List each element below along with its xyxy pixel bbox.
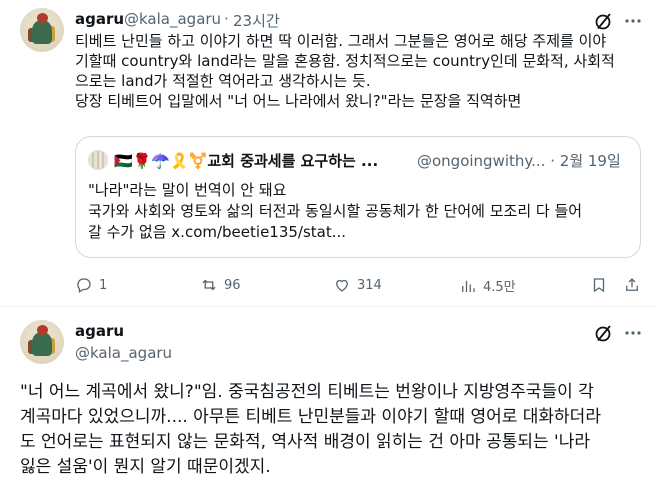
like-icon	[336, 279, 348, 292]
views-icon	[462, 280, 475, 292]
bookmark-icon	[593, 278, 605, 293]
dot-separator: ·	[224, 10, 229, 28]
quote-line: "나라"라는 말이 번역이 안 돼요	[88, 181, 287, 199]
views-count: 4.5만	[483, 280, 516, 295]
author-handle[interactable]: @kala_agaru	[75, 344, 172, 362]
tweet-time[interactable]: 23시간	[233, 10, 280, 31]
quote-line: 국가와 사회와 영토와 삶의 터전과 동일시할 공동체가 한 단어에 모조리 다…	[88, 202, 583, 220]
tweet-divider	[0, 306, 656, 307]
quote-date: · 2월 19일	[550, 152, 621, 170]
tweet-text: 티베트 난민들 하고 이야기 하면 딱 이러함. 그래서 그분들은 영어로 해당…	[75, 31, 615, 111]
more-icon[interactable]	[623, 323, 643, 343]
tweet-line: "너 어느 계곡에서 왔니?"임. 중국침공전의 티베트는 번왕이나 지방영주국…	[20, 382, 594, 402]
retweet-button[interactable]: 96	[200, 276, 241, 294]
avatar[interactable]	[20, 8, 64, 52]
more-icon[interactable]	[623, 11, 643, 31]
tweet-line: 당장 티베트어 입말에서 "너 어느 나라에서 왔니?"라는 문장을 직역하면	[75, 92, 522, 110]
quote-line: 갈 수가 없음 x.com/beetie135/stat...	[88, 223, 347, 241]
quote-author-handle: @ongoingwithy... · 2월 19일	[417, 152, 621, 170]
grok-icon[interactable]	[594, 11, 614, 31]
quote-tweet-card[interactable]: 🇵🇸🌹☂️🎗️⚧️교회 중과세를 요구하는 ... @ongoingwithy.…	[75, 136, 641, 258]
share-button[interactable]	[623, 276, 641, 294]
retweet-count: 96	[224, 277, 241, 293]
like-button[interactable]: 314	[333, 276, 382, 294]
avatar[interactable]	[20, 320, 64, 364]
reply-button[interactable]: 1	[75, 276, 107, 294]
share-icon	[626, 278, 638, 291]
reply-icon	[77, 278, 91, 293]
tweet-line: 으로는 land가 적절한 역어라고 생각하시는 듯.	[75, 72, 371, 90]
author-handle[interactable]: @kala_agaru	[124, 10, 221, 28]
tweet-line: 도 언어로는 표현되지 않는 문화적, 역사적 배경이 읽히는 건 아마 공통되…	[20, 432, 590, 452]
author-name[interactable]: agaru	[75, 10, 124, 28]
tweet-line: 기할때 country와 land라는 말을 혼용함. 정치적으로는 count…	[75, 52, 615, 70]
tweet-line: 계곡마다 있었으니까.... 아무튼 티베트 난민분들과 이야기 할때 영어로 …	[20, 407, 601, 427]
like-count: 314	[357, 277, 382, 293]
quote-text: "나라"라는 말이 번역이 안 돼요 국가와 사회와 영토와 삶의 터전과 동일…	[88, 180, 628, 243]
retweet-icon	[202, 279, 216, 291]
grok-icon[interactable]	[594, 323, 614, 343]
tweet-line: 잃은 설움'이 뭔지 알기 때문이겠지.	[20, 457, 271, 477]
views-button[interactable]: 4.5만	[459, 276, 516, 295]
tweet-line: 티베트 난민들 하고 이야기 하면 딱 이러함. 그래서 그분들은 영어로 해당…	[75, 32, 607, 50]
tweet-text: "너 어느 계곡에서 왔니?"임. 중국침공전의 티베트는 번왕이나 지방영주국…	[20, 380, 601, 480]
reply-count: 1	[99, 277, 108, 293]
quote-author-name: 🇵🇸🌹☂️🎗️⚧️교회 중과세를 요구하는 ...	[114, 152, 379, 170]
bookmark-button[interactable]	[590, 276, 608, 294]
author-name[interactable]: agaru	[75, 322, 124, 340]
quote-avatar	[88, 150, 108, 170]
